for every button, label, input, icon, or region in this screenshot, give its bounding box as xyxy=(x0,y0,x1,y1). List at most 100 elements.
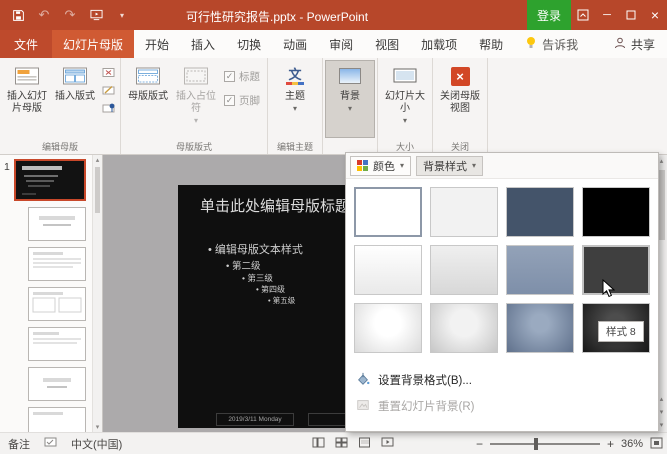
themes-icon: 文 xyxy=(282,65,308,87)
tab-addins[interactable]: 加载项 xyxy=(410,30,468,58)
close-master-view-button[interactable]: × 关闭母版视图 xyxy=(436,61,484,137)
group-label-edit-master: 编辑母版 xyxy=(0,140,120,153)
master-body-level2[interactable]: 第二级 xyxy=(226,258,260,272)
scrollbar-thumb[interactable] xyxy=(95,167,100,213)
zoom-out-button[interactable]: − xyxy=(476,437,483,451)
thumbnail-preview xyxy=(29,368,85,400)
rename-icon[interactable] xyxy=(101,84,115,97)
insert-placeholder-icon xyxy=(183,65,209,87)
group-background: 背景 ▾ xyxy=(323,58,378,154)
slide-size-label: 幻灯片大小 xyxy=(381,91,429,115)
date-placeholder[interactable]: 2019/3/11 Monday xyxy=(216,413,294,426)
signin-button[interactable]: 登录 xyxy=(527,0,571,30)
master-body-level3[interactable]: 第三级 xyxy=(242,272,273,284)
thumbnail-scrollbar[interactable]: ▴ ▾ xyxy=(92,155,102,432)
color-palette-icon xyxy=(357,160,368,171)
background-styles-button[interactable]: 背景 ▾ xyxy=(326,61,374,137)
thumbnail-preview xyxy=(29,328,85,360)
scrollbar-thumb[interactable] xyxy=(658,170,665,240)
tab-review[interactable]: 审阅 xyxy=(318,30,364,58)
undo-icon[interactable]: ↶ xyxy=(36,5,52,25)
bg-style-2-swatch[interactable] xyxy=(430,187,498,237)
footer-checkbox-row[interactable]: ✓ 页脚 xyxy=(224,93,260,108)
zoom-slider[interactable] xyxy=(490,443,600,445)
bg-style-4-swatch[interactable] xyxy=(582,187,650,237)
mouse-cursor xyxy=(602,279,615,303)
tab-slide-master[interactable]: 幻灯片母版 xyxy=(52,30,134,58)
bg-style-7-swatch[interactable] xyxy=(506,245,574,295)
bg-style-6-swatch[interactable] xyxy=(430,245,498,295)
insert-layout-label: 插入版式 xyxy=(55,91,95,103)
format-background-item[interactable]: 设置背景格式(B)... xyxy=(346,367,658,393)
close-button[interactable]: × xyxy=(643,0,667,30)
background-icon xyxy=(337,65,363,87)
layout-thumbnail[interactable] xyxy=(28,247,86,281)
ribbon-tab-bar: 文件 幻灯片母版 开始 插入 切换 动画 审阅 视图 加载项 帮助 告诉我 共享 xyxy=(0,30,667,58)
bg-style-5-swatch[interactable] xyxy=(354,245,422,295)
insert-placeholder-button[interactable]: 插入占位符 ▾ xyxy=(172,61,220,137)
bg-style-11-swatch[interactable] xyxy=(506,303,574,353)
tab-transitions[interactable]: 切换 xyxy=(226,30,272,58)
reading-view-icon[interactable] xyxy=(358,437,371,451)
tab-help[interactable]: 帮助 xyxy=(468,30,514,58)
notes-toggle[interactable]: 备注 xyxy=(8,436,30,452)
master-thumbnail[interactable] xyxy=(14,159,86,201)
maximize-button[interactable] xyxy=(619,0,643,30)
themes-button[interactable]: 文 主题 ▾ xyxy=(271,61,319,137)
bg-style-9-swatch[interactable] xyxy=(354,303,422,353)
start-slideshow-icon[interactable] xyxy=(88,5,104,25)
colors-dropdown-button[interactable]: 颜色 ▾ xyxy=(350,156,411,176)
save-icon[interactable] xyxy=(10,5,26,25)
tab-view[interactable]: 视图 xyxy=(364,30,410,58)
background-styles-dropdown-button[interactable]: 背景样式 ▾ xyxy=(416,156,483,176)
chevron-down-icon: ▾ xyxy=(403,115,407,127)
layout-thumbnail[interactable] xyxy=(28,367,86,401)
zoom-in-button[interactable]: + xyxy=(607,437,614,451)
zoom-level[interactable]: 36% xyxy=(621,438,643,450)
layout-thumbnail[interactable] xyxy=(28,207,86,241)
ribbon-display-options-icon[interactable] xyxy=(571,0,595,30)
fit-slide-to-window-icon[interactable] xyxy=(650,437,663,452)
layout-thumbnail[interactable] xyxy=(28,407,86,432)
tab-insert[interactable]: 插入 xyxy=(180,30,226,58)
slideshow-view-icon[interactable] xyxy=(381,437,394,451)
insert-slide-master-button[interactable]: 插入幻灯片母版 xyxy=(3,61,51,137)
chevron-down-icon: ▾ xyxy=(348,103,352,115)
zoom-slider-thumb[interactable] xyxy=(534,438,538,450)
master-body-level5[interactable]: 第五级 xyxy=(268,295,295,306)
chevron-down-icon: ▾ xyxy=(400,161,404,170)
share-button[interactable]: 共享 xyxy=(606,30,663,58)
bg-style-8-swatch[interactable] xyxy=(582,245,650,295)
bg-style-1-swatch[interactable] xyxy=(354,187,422,237)
slide-size-button[interactable]: 幻灯片大小 ▾ xyxy=(381,61,429,137)
insert-layout-button[interactable]: 插入版式 xyxy=(51,61,99,137)
master-layout-label: 母版版式 xyxy=(128,91,168,103)
redo-icon[interactable]: ↷ xyxy=(62,5,78,25)
tab-tell-me[interactable]: 告诉我 xyxy=(514,30,589,58)
minimize-button[interactable]: ─ xyxy=(595,0,619,30)
bg-style-3-swatch[interactable] xyxy=(506,187,574,237)
master-layout-button[interactable]: 母版版式 xyxy=(124,61,172,137)
customize-qat-icon[interactable]: ▾ xyxy=(114,5,130,25)
scroll-up-icon[interactable]: ▴ xyxy=(93,156,102,164)
language-indicator[interactable]: 中文(中国) xyxy=(71,436,122,452)
tab-file[interactable]: 文件 xyxy=(0,30,52,58)
master-body-level4[interactable]: 第四级 xyxy=(256,284,285,295)
reset-background-icon xyxy=(356,398,370,415)
slide-sorter-icon[interactable] xyxy=(335,437,348,451)
title-checkbox[interactable]: ✓ xyxy=(224,71,235,82)
spellcheck-icon[interactable] xyxy=(44,437,57,451)
footer-checkbox[interactable]: ✓ xyxy=(224,95,235,106)
delete-slide-icon[interactable] xyxy=(101,66,115,79)
paint-bucket-icon xyxy=(356,372,370,389)
layout-thumbnail[interactable] xyxy=(28,327,86,361)
bg-style-10-swatch[interactable] xyxy=(430,303,498,353)
master-body-level1[interactable]: 编辑母版文本样式 xyxy=(208,241,303,257)
tab-animations[interactable]: 动画 xyxy=(272,30,318,58)
normal-view-icon[interactable] xyxy=(312,437,325,451)
scroll-down-icon[interactable]: ▾ xyxy=(93,423,102,431)
tab-home[interactable]: 开始 xyxy=(134,30,180,58)
title-checkbox-row[interactable]: ✓ 标题 xyxy=(224,69,260,84)
layout-thumbnail[interactable] xyxy=(28,287,86,321)
preserve-icon[interactable] xyxy=(101,102,115,115)
